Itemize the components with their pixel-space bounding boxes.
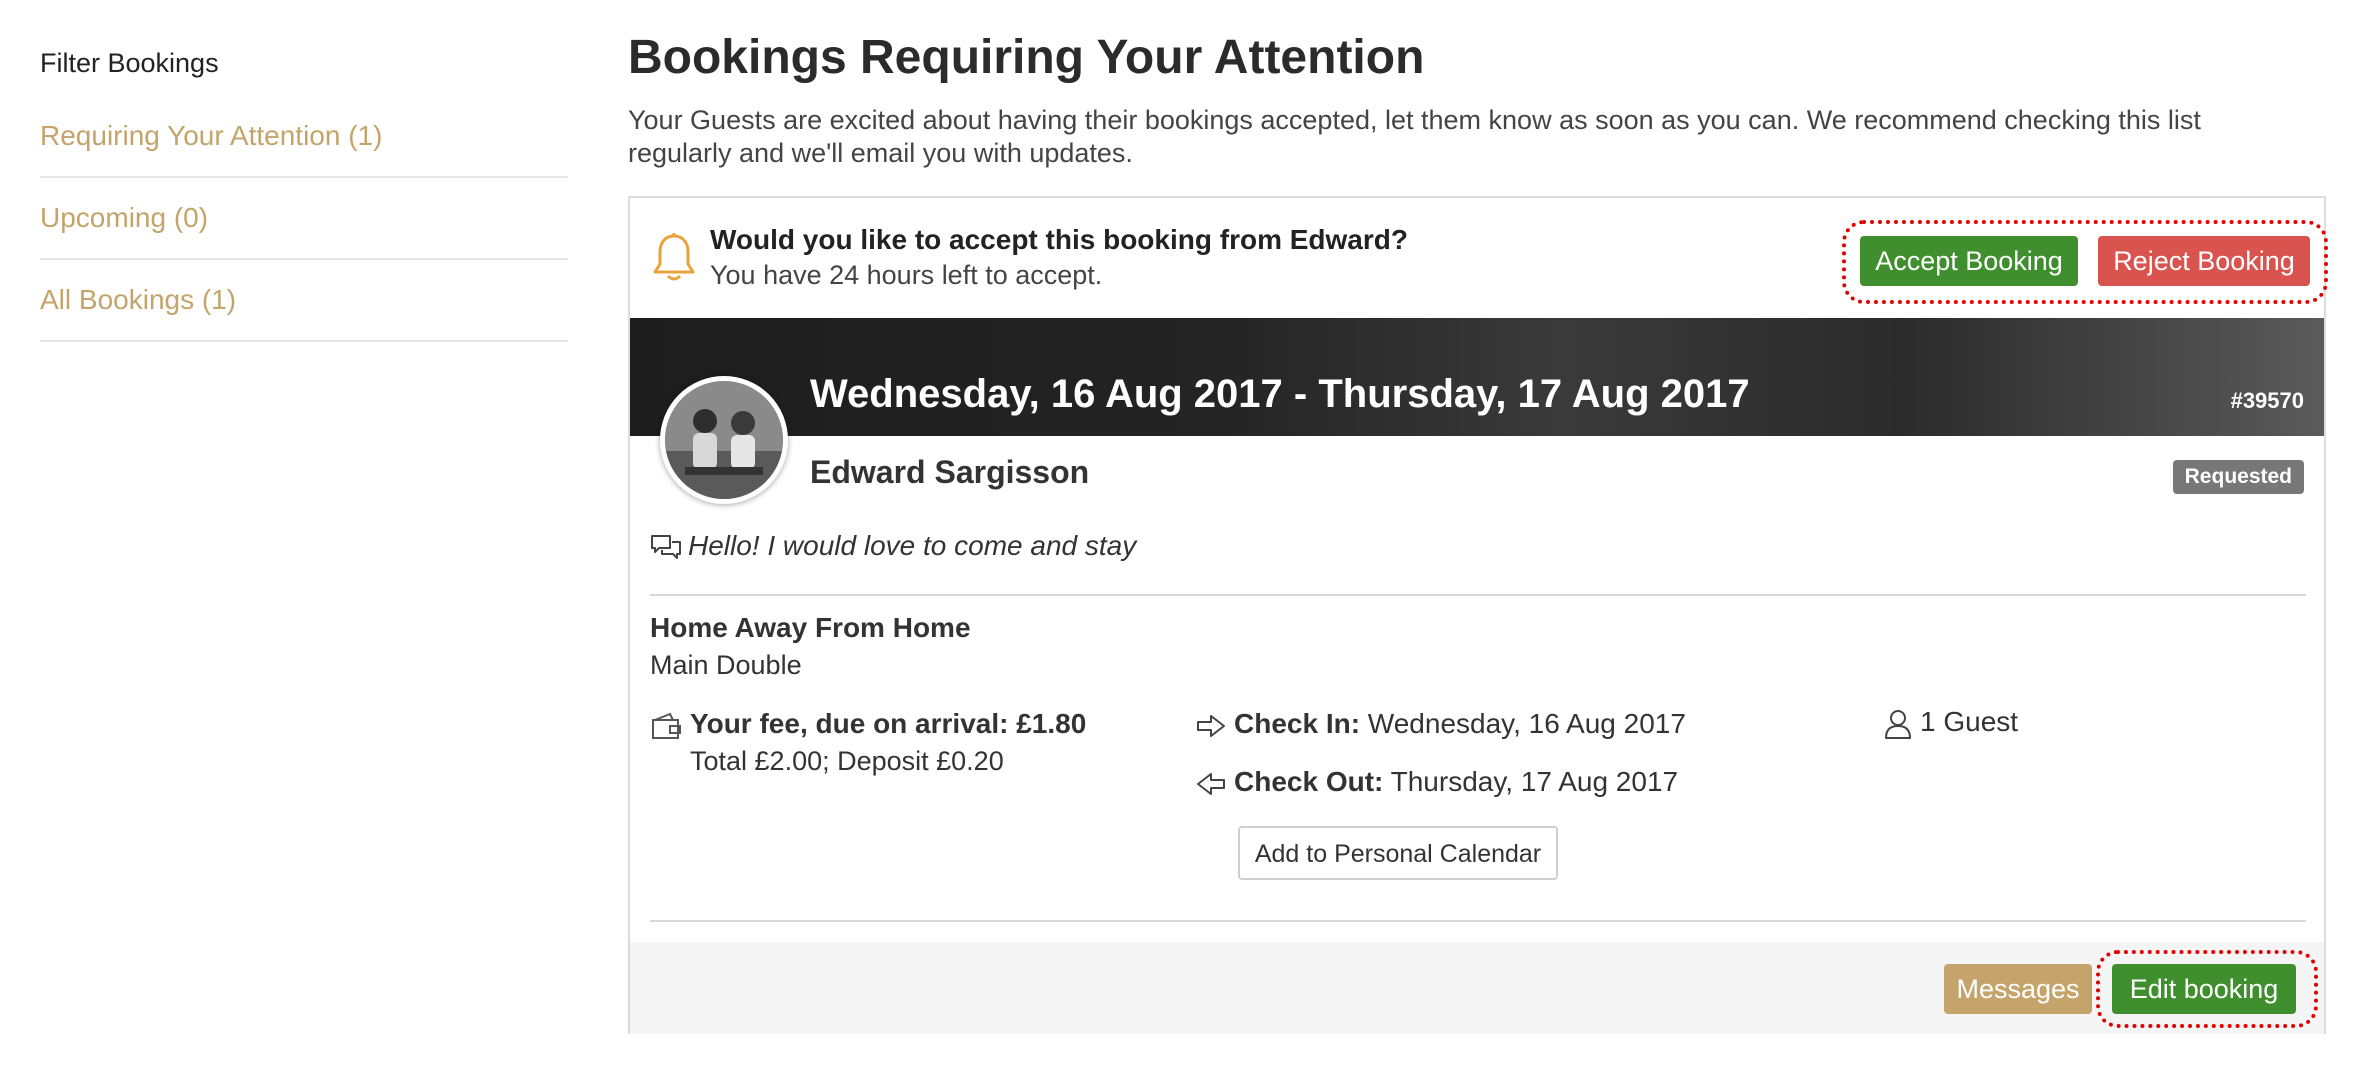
check-in-label: Check In: <box>1234 708 1361 739</box>
arrow-right-icon <box>1197 714 1225 737</box>
avatar-photo <box>665 381 783 499</box>
messages-button[interactable]: Messages <box>1944 964 2092 1014</box>
sidebar-heading: Filter Bookings <box>40 48 219 78</box>
check-out-date: Thursday, 17 Aug 2017 <box>1383 766 1679 797</box>
guest-message-text: Hello! I would love to come and stay <box>688 530 1137 561</box>
booking-card: Would you like to accept this booking fr… <box>628 196 2328 1034</box>
guest-name: Edward Sargisson <box>810 454 1090 490</box>
fee-row: Your fee, due on arrival: £1.80 <box>650 708 1086 740</box>
filter-sidebar: Filter Bookings Requiring Your Attention… <box>40 48 568 342</box>
alert-subtitle: You have 24 hours left to accept. <box>710 260 1103 290</box>
main-content: Bookings Requiring Your Attention Your G… <box>628 26 2328 170</box>
divider <box>650 920 2306 922</box>
accept-booking-button[interactable]: Accept Booking <box>1860 236 2078 286</box>
check-out-label: Check Out: <box>1234 766 1384 797</box>
guest-avatar <box>660 376 788 504</box>
property-name: Home Away From Home <box>650 612 971 643</box>
check-out-row: Check Out: Thursday, 17 Aug 2017 <box>1196 766 1678 798</box>
booking-date-range: Wednesday, 16 Aug 2017 - Thursday, 17 Au… <box>810 372 1750 416</box>
status-badge: Requested <box>2172 460 2304 494</box>
booking-banner: Wednesday, 16 Aug 2017 - Thursday, 17 Au… <box>630 318 2324 436</box>
chat-bubbles-icon <box>651 534 681 559</box>
acceptance-alert: Would you like to accept this booking fr… <box>630 198 2328 318</box>
booking-footer: Messages Edit booking <box>630 942 2324 1034</box>
guest-message: Hello! I would love to come and stay <box>650 530 1136 563</box>
arrow-left-icon <box>1197 772 1225 795</box>
booking-reference: #39570 <box>2230 388 2304 413</box>
sidebar-item-all-bookings[interactable]: All Bookings (1) <box>40 260 568 342</box>
check-in-row: Check In: Wednesday, 16 Aug 2017 <box>1196 708 1686 740</box>
guest-count-row: 1 Guest <box>1884 706 2018 739</box>
fee-details: Total £2.00; Deposit £0.20 <box>690 746 1004 776</box>
room-name: Main Double <box>650 650 802 680</box>
add-to-calendar-button[interactable]: Add to Personal Calendar <box>1238 826 1558 880</box>
guest-count: 1 Guest <box>1920 706 2019 737</box>
edit-booking-button[interactable]: Edit booking <box>2112 964 2296 1014</box>
sidebar-item-requiring-attention[interactable]: Requiring Your Attention (1) <box>40 96 568 178</box>
page-description: Your Guests are excited about having the… <box>628 105 2201 168</box>
divider <box>650 594 2306 596</box>
reject-booking-button[interactable]: Reject Booking <box>2098 236 2310 286</box>
bell-icon <box>653 233 695 281</box>
fee-label: Your fee, due on arrival: £1.80 <box>690 708 1087 739</box>
sidebar-item-upcoming[interactable]: Upcoming (0) <box>40 178 568 260</box>
person-icon <box>1885 709 1911 739</box>
alert-title: Would you like to accept this booking fr… <box>710 224 1408 255</box>
wallet-icon <box>652 712 681 739</box>
check-in-date: Wednesday, 16 Aug 2017 <box>1360 708 1686 739</box>
page-title: Bookings Requiring Your Attention <box>628 31 1425 84</box>
